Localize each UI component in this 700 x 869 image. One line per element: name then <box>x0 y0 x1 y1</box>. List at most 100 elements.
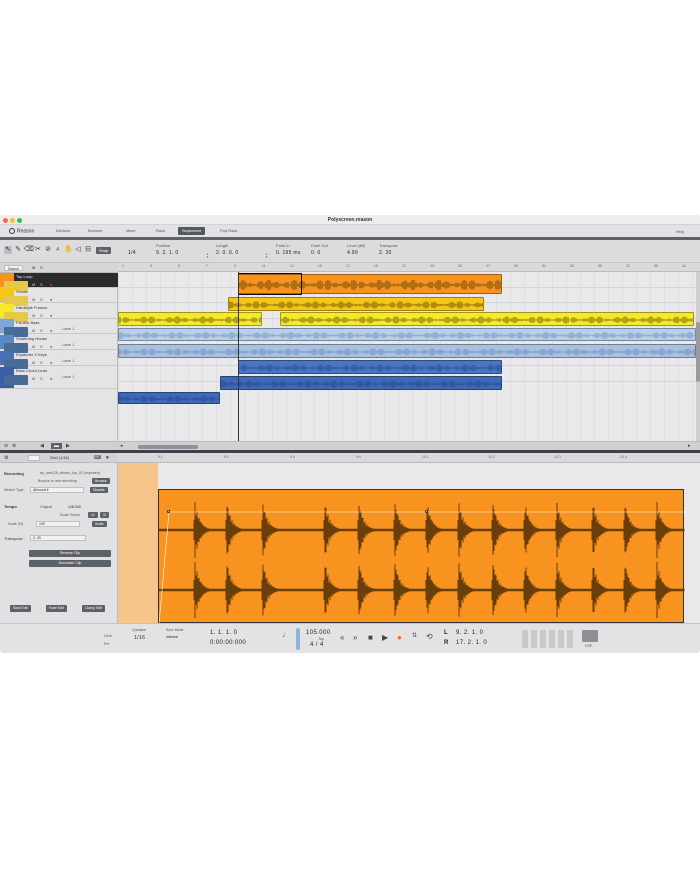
track-search-button[interactable]: Search <box>4 265 24 271</box>
track-row[interactable]: Hardstyle Furious M S ● <box>0 304 118 322</box>
click-label[interactable]: Click <box>104 634 112 638</box>
magnify-tool-icon[interactable]: ⌕ <box>54 246 62 254</box>
track-row[interactable]: Fat 80s Bass M S ● Lane 1 <box>0 319 118 337</box>
audio-clip[interactable] <box>280 312 694 326</box>
level-handle[interactable] <box>425 510 428 513</box>
razor-tool-icon[interactable]: ✂ <box>34 246 42 254</box>
precount-label[interactable]: Pre <box>104 642 109 646</box>
tab-mixer[interactable]: Mixer <box>122 227 140 235</box>
play-icon[interactable]: ▶ <box>382 633 388 642</box>
overdub-icon[interactable]: ⇅ <box>412 632 417 639</box>
help-link[interactable]: Help <box>676 229 684 234</box>
fade-in-handle[interactable] <box>167 510 170 513</box>
sync-mode-value[interactable]: Internal <box>166 635 178 639</box>
length-field[interactable]: Length 2. 0. 0. 0 <box>216 243 238 256</box>
track-name[interactable]: Top Loop <box>16 274 32 279</box>
track-row[interactable]: Expander X Keys M S ● Lane 1 <box>0 351 118 369</box>
song-position-bars[interactable]: 1. 1. 1. 0 <box>210 630 237 636</box>
tab-devices[interactable]: Devices <box>52 227 74 235</box>
stretch-type-select[interactable]: Allround ▾ <box>30 487 84 493</box>
clamp-edit-button[interactable]: Clamp Edit <box>82 605 106 612</box>
audio-clip[interactable] <box>118 328 696 341</box>
time-signature[interactable]: 4 / 4 <box>310 642 324 648</box>
tap-label[interactable]: Tap <box>318 637 324 641</box>
tempo-fader[interactable] <box>296 628 300 650</box>
mute-tool-icon[interactable]: ⊘ <box>44 246 52 254</box>
track-name[interactable]: Vocals <box>16 289 28 294</box>
audio-clip-waveform[interactable] <box>158 489 685 623</box>
track-row[interactable]: Top Loop M S ● <box>0 273 118 291</box>
solo-button[interactable]: S <box>40 360 43 365</box>
editor-quantize[interactable]: Grid (1/16) <box>50 455 69 460</box>
track-name[interactable]: Bass Chord Lead <box>16 368 47 373</box>
metronome-icon[interactable]: ♩ <box>282 630 290 639</box>
tab-browser[interactable]: Browser <box>84 227 107 235</box>
record-enable-icon[interactable]: ● <box>50 297 52 302</box>
editor-toggle-icon[interactable]: ▬ <box>51 443 62 449</box>
tempo-value[interactable]: 105.000 <box>306 630 331 636</box>
loop-icon[interactable]: ⟲ <box>426 632 433 641</box>
stop-icon[interactable]: ■ <box>368 633 373 642</box>
audio-clip[interactable] <box>220 376 502 390</box>
transpose-field[interactable]: Transpose 2. 20 <box>379 243 398 256</box>
audio-clip[interactable] <box>228 297 484 311</box>
lane-label[interactable]: Lane 1 <box>62 342 74 347</box>
lane-label[interactable]: Lane 1 <box>62 358 74 363</box>
record-enable-icon[interactable]: ● <box>50 360 52 365</box>
fade-in-field[interactable]: Fade In 0. 195 ms <box>276 243 301 256</box>
length-stepper[interactable]: ▲ ▼ <box>265 253 268 259</box>
tab-sequencer[interactable]: Sequencer <box>178 227 206 235</box>
rewind-scroll-icon[interactable]: ◀ <box>40 443 44 449</box>
record-enable-icon[interactable]: ● <box>50 282 52 287</box>
lane-label[interactable]: Lane 1 <box>62 374 74 379</box>
quantize-select[interactable]: 1/4 <box>128 248 136 256</box>
select-tool-icon[interactable]: ↖ <box>4 246 12 254</box>
track-row[interactable]: Vocals M S ● <box>0 288 118 306</box>
track-row[interactable]: Shattering House M S ● Lane 1 <box>0 335 118 353</box>
arrange-vertical-scrollbar[interactable] <box>696 272 700 441</box>
level-field[interactable]: Level (dB) 4.99 <box>347 243 365 256</box>
disable-stretch-button[interactable]: Disable <box>90 487 108 493</box>
normalize-clip-button[interactable]: Normalize Clip <box>29 560 111 567</box>
track-name[interactable]: Expander X Keys <box>16 352 47 357</box>
audio-editor[interactable] <box>118 463 700 623</box>
track-name[interactable]: Fat 80s Bass <box>16 320 39 325</box>
scale-button[interactable]: Scale <box>92 521 107 527</box>
scroll-left-icon[interactable]: ◂ <box>120 443 123 449</box>
fade-out-field[interactable]: Fade Out 0. 0 <box>311 243 328 256</box>
audio-clip[interactable] <box>118 312 262 326</box>
track-name[interactable]: Hardstyle Furious <box>16 305 47 310</box>
mute-button[interactable]: M <box>32 344 35 349</box>
edit-mode-button[interactable] <box>28 455 40 461</box>
audio-clip[interactable] <box>118 344 696 358</box>
record-enable-icon[interactable]: ● <box>50 344 52 349</box>
loop-right-value[interactable]: 17. 2. 1. 0 <box>456 640 487 646</box>
gear-icon[interactable]: ⚙ <box>4 455 8 461</box>
fade-edit-button[interactable]: Fade Edit <box>46 605 67 612</box>
solo-button[interactable]: S <box>40 376 43 381</box>
snap-button[interactable]: Snap <box>96 247 112 254</box>
scale-div2-button[interactable]: /2 <box>100 512 109 518</box>
record-enable-icon[interactable]: ● <box>50 328 52 333</box>
transport-quantize-value[interactable]: 1/16 <box>134 635 145 641</box>
record-enable-icon[interactable]: ● <box>50 376 52 381</box>
zoom-out-icon[interactable]: ⊖ <box>4 443 8 449</box>
editor-transpose-input[interactable]: 2. 20 <box>30 535 86 541</box>
mute-button[interactable]: M <box>32 360 35 365</box>
mute-button[interactable]: M <box>32 297 35 302</box>
tab-rack[interactable]: Rack <box>152 227 169 235</box>
global-mute[interactable]: M <box>32 265 35 270</box>
mute-button[interactable]: M <box>32 376 35 381</box>
song-position-time[interactable]: 0:00:00:000 <box>210 640 246 646</box>
audio-clip[interactable] <box>238 360 502 374</box>
loop-left-value[interactable]: 9. 2. 1. 0 <box>456 630 483 636</box>
zoom-in-icon[interactable]: ⊕ <box>12 443 16 449</box>
slice-edit-button[interactable]: Slice Edit <box>10 605 31 612</box>
scale-x2-button[interactable]: x2 <box>88 512 98 518</box>
global-solo[interactable]: S <box>40 265 43 270</box>
speaker-tool-icon[interactable]: ◁ <box>74 246 82 254</box>
solo-button[interactable]: S <box>40 282 43 287</box>
position-stepper[interactable]: ▲ ▼ <box>206 253 209 259</box>
solo-button[interactable]: S <box>40 328 43 333</box>
tab-pop-rack[interactable]: Pop Rack <box>216 227 241 235</box>
